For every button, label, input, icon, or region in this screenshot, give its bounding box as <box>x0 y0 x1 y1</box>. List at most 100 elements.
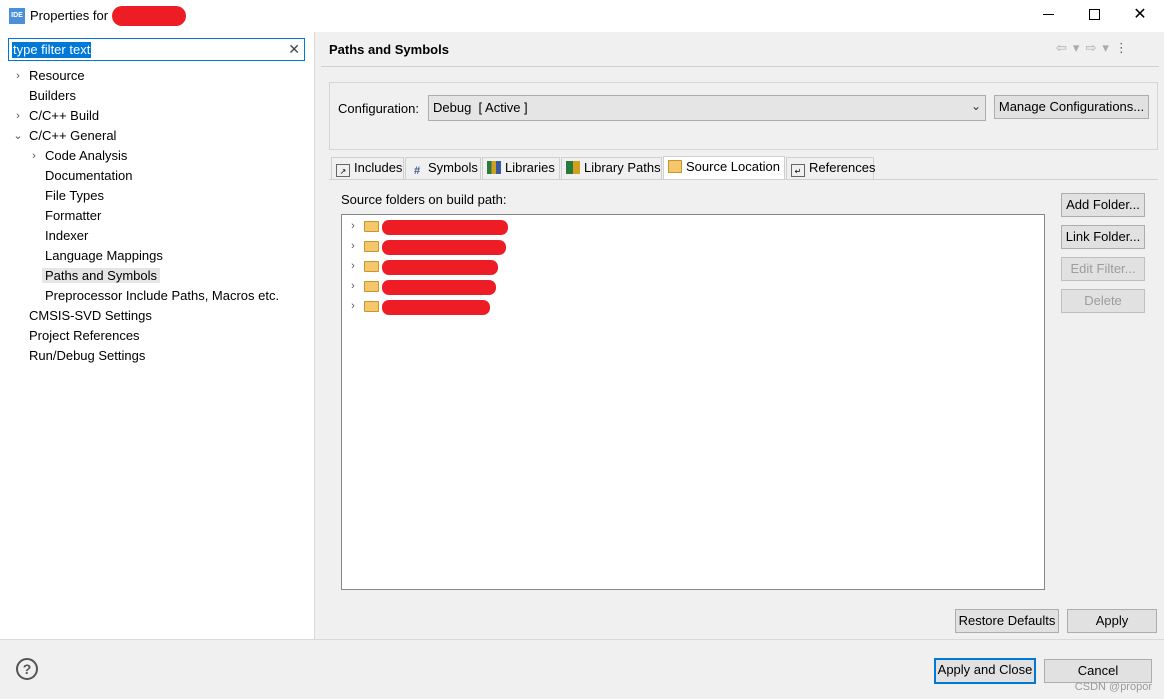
library-paths-icon <box>566 161 580 174</box>
ide-app-icon: IDE <box>9 8 25 24</box>
chevron-right-icon[interactable]: › <box>13 106 23 126</box>
configuration-value: Debug [ Active ] <box>433 100 528 115</box>
chevron-right-icon[interactable]: › <box>29 146 39 166</box>
window-title: Properties for <box>30 8 109 23</box>
tree-item-label: Project References <box>29 328 140 343</box>
tab-label: Library Paths <box>584 160 661 175</box>
chevron-down-icon: ⌄ <box>970 99 981 113</box>
tree-item-label: Formatter <box>45 208 102 223</box>
configuration-select[interactable]: Debug [ Active ] ⌄ <box>428 95 986 121</box>
edit-filter-button[interactable]: Edit Filter... <box>1061 257 1145 281</box>
back-menu-icon[interactable]: ▾ <box>1073 40 1086 55</box>
tree-item-preprocessor[interactable]: Preprocessor Include Paths, Macros etc. <box>45 286 279 306</box>
minimize-button[interactable] <box>1025 0 1071 32</box>
tree-item-label: Language Mappings <box>45 248 163 263</box>
chevron-right-icon[interactable]: › <box>348 280 358 292</box>
tab-libraries[interactable]: Libraries <box>482 157 560 179</box>
folder-icon <box>364 241 379 252</box>
tree-item-label: Indexer <box>45 228 89 243</box>
references-icon: ↵ <box>791 164 805 177</box>
tree-item-cpp-general[interactable]: ⌄ C/C++ General <box>13 126 117 146</box>
tree-item-file-types[interactable]: File Types <box>45 186 104 206</box>
tree-item-documentation[interactable]: Documentation <box>45 166 132 186</box>
help-icon[interactable]: ? <box>16 658 38 680</box>
tree-item-code-analysis[interactable]: › Code Analysis <box>32 146 128 166</box>
tab-label: Includes <box>354 160 403 175</box>
maximize-button[interactable] <box>1071 0 1117 32</box>
restore-defaults-button[interactable]: Restore Defaults <box>955 609 1059 633</box>
apply-button[interactable]: Apply <box>1067 609 1157 633</box>
chevron-right-icon[interactable]: › <box>348 300 358 312</box>
hash-icon: # <box>413 165 421 177</box>
redacted-folder-name <box>382 220 508 235</box>
history-nav: ⇦▾⇨▾⋮ <box>1056 40 1134 56</box>
includes-icon: ↗ <box>336 164 350 177</box>
tab-references[interactable]: ↵ References <box>786 157 876 179</box>
tree-item-label: Paths and Symbols <box>42 268 161 283</box>
delete-button[interactable]: Delete <box>1061 289 1145 313</box>
tree-item-paths-and-symbols[interactable]: Paths and Symbols <box>42 266 161 286</box>
tree-item-label: Run/Debug Settings <box>29 348 146 363</box>
tab-symbols[interactable]: # Symbols <box>405 157 481 179</box>
filter-input-text: type filter text <box>12 42 92 58</box>
tree-item-run-debug[interactable]: Run/Debug Settings <box>29 346 145 366</box>
tree-item-resource[interactable]: › Resource <box>16 66 84 86</box>
source-folders-label: Source folders on build path: <box>341 192 507 207</box>
close-button[interactable]: ✕ <box>1117 0 1163 32</box>
chevron-right-icon[interactable]: › <box>348 220 358 232</box>
chevron-right-icon[interactable]: › <box>13 66 23 86</box>
tab-label: References <box>809 160 876 175</box>
title-bar: IDE Properties for ✕ <box>0 0 1164 32</box>
tree-item-label: Preprocessor Include Paths, Macros etc. <box>45 288 280 303</box>
redacted-folder-name <box>382 300 490 315</box>
chevron-right-icon[interactable]: › <box>348 240 358 252</box>
more-options-icon[interactable]: ⋮ <box>1115 40 1134 55</box>
tree-item-cmsis-svd[interactable]: CMSIS-SVD Settings <box>29 306 152 326</box>
forward-menu-icon[interactable]: ▾ <box>1102 40 1115 55</box>
forward-arrow-icon[interactable]: ⇨ <box>1085 40 1102 55</box>
filter-input[interactable]: type filter text ✕ <box>8 38 305 61</box>
add-folder-button[interactable]: Add Folder... <box>1061 193 1145 217</box>
tab-label: Libraries <box>505 160 555 175</box>
tree-item-language-mappings[interactable]: Language Mappings <box>45 246 163 266</box>
tree-item-builders[interactable]: Builders <box>29 86 76 106</box>
page-title: Paths and Symbols <box>329 42 449 57</box>
chevron-down-icon[interactable]: ⌄ <box>13 126 23 146</box>
tree-item-label: C/C++ General <box>29 128 117 143</box>
cancel-button[interactable]: Cancel <box>1044 659 1152 683</box>
tab-divider <box>329 179 1158 180</box>
redacted-folder-name <box>382 280 496 295</box>
tree-item-cpp-build[interactable]: › C/C++ Build <box>16 106 100 126</box>
tab-label: Symbols <box>428 160 478 175</box>
clear-filter-icon[interactable]: ✕ <box>288 41 300 58</box>
tree-item-label: File Types <box>45 188 105 203</box>
tab-label: Source Location <box>686 159 780 174</box>
chevron-right-icon[interactable]: › <box>348 260 358 272</box>
tree-item-label: Code Analysis <box>45 148 128 163</box>
redacted-folder-name <box>382 260 498 275</box>
tab-includes[interactable]: ↗ Includes <box>331 157 404 179</box>
tree-item-formatter[interactable]: Formatter <box>45 206 101 226</box>
tab-library-paths[interactable]: Library Paths <box>561 157 662 179</box>
tree-item-label: CMSIS-SVD Settings <box>29 308 152 323</box>
tab-source-location[interactable]: Source Location <box>663 156 785 180</box>
redacted-project-name <box>112 6 186 26</box>
apply-and-close-button[interactable]: Apply and Close <box>934 658 1036 684</box>
dialog-footer: ? Apply and Close Cancel CSDN @propor <box>0 639 1164 699</box>
manage-configurations-button[interactable]: Manage Configurations... <box>994 95 1149 119</box>
watermark: CSDN @propor <box>1074 681 1152 693</box>
source-folder-list[interactable]: › › › › › <box>341 214 1045 590</box>
back-arrow-icon[interactable]: ⇦ <box>1056 40 1073 55</box>
libraries-icon <box>487 161 501 174</box>
redacted-folder-name <box>382 240 506 255</box>
tree-item-indexer[interactable]: Indexer <box>45 226 88 246</box>
tree-item-label: C/C++ Build <box>29 108 100 123</box>
maximize-icon <box>1088 9 1100 21</box>
folder-icon <box>364 261 379 272</box>
tree-item-project-references[interactable]: Project References <box>29 326 140 346</box>
link-folder-button[interactable]: Link Folder... <box>1061 225 1145 249</box>
folder-icon <box>364 221 379 232</box>
folder-icon <box>364 281 379 292</box>
folder-icon <box>364 301 379 312</box>
tree-item-label: Builders <box>29 88 76 103</box>
